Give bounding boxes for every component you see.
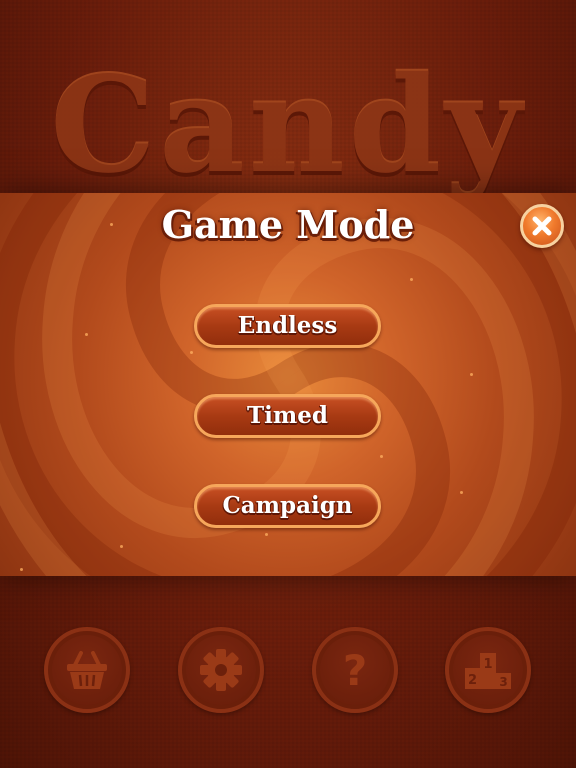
background-logo: Candy <box>50 48 526 203</box>
svg-text:1: 1 <box>483 657 492 672</box>
sparkle <box>470 373 473 376</box>
leaderboard-button[interactable]: 1 2 3 <box>445 627 531 713</box>
settings-button[interactable] <box>178 627 264 713</box>
close-button[interactable] <box>520 204 564 248</box>
sparkle <box>265 533 268 536</box>
sparkle <box>380 455 383 458</box>
close-x-icon <box>532 216 552 236</box>
help-button[interactable]: ? <box>312 627 398 713</box>
help-question-icon: ? <box>343 646 367 695</box>
sparkle <box>120 545 123 548</box>
svg-text:?: ? <box>343 646 367 695</box>
svg-text:2: 2 <box>468 673 477 688</box>
sparkle <box>460 491 463 494</box>
sparkle <box>190 351 193 354</box>
svg-text:3: 3 <box>499 675 507 689</box>
endless-mode-button[interactable]: Endless <box>194 304 381 348</box>
campaign-mode-button[interactable]: Campaign <box>194 484 381 528</box>
shop-button[interactable] <box>44 627 130 713</box>
shop-basket-icon <box>67 651 107 689</box>
dialog-title: Game Mode <box>161 202 415 247</box>
timed-mode-button[interactable]: Timed <box>194 394 381 438</box>
leaderboard-podium-icon: 1 2 3 <box>465 653 511 689</box>
settings-gear-icon <box>200 649 242 691</box>
sparkle <box>20 568 23 571</box>
sparkle <box>410 278 413 281</box>
sparkle <box>85 333 88 336</box>
